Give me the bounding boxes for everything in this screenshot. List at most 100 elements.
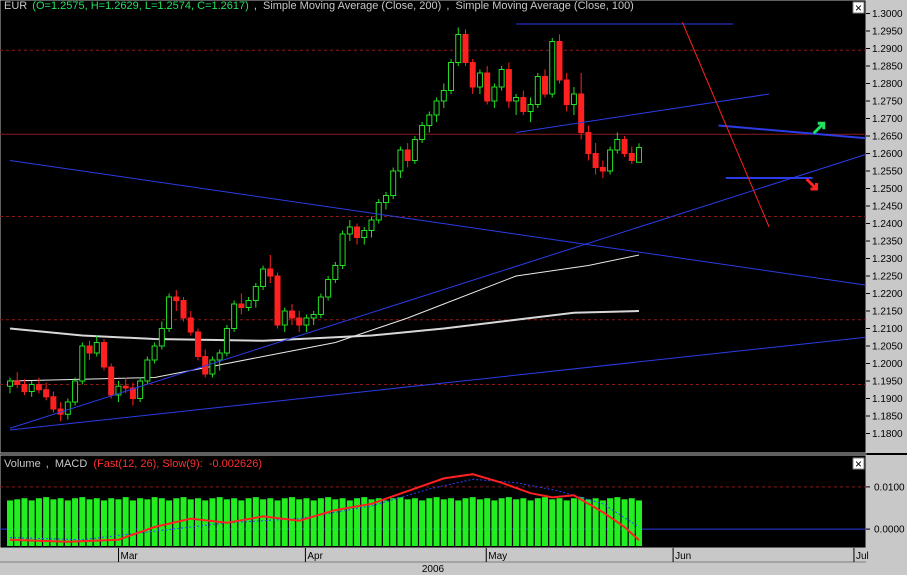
volume-bar (158, 498, 165, 546)
candle-body (72, 380, 79, 403)
volume-bar (440, 499, 447, 546)
price-tick-label: 1.1950 (872, 377, 903, 388)
candle-body (238, 303, 245, 308)
volume-bar (469, 497, 476, 546)
candle-body (469, 62, 476, 88)
macd-close-icon[interactable]: × (855, 457, 862, 471)
candle-body (7, 380, 13, 387)
candle-body (513, 97, 520, 102)
price-tick-label: 1.2850 (872, 62, 903, 73)
legend-ohlc: (O=1.2575, H=1.2629, L=1.2574, C=1.2617) (32, 0, 249, 12)
macd-legend: Volume , MACD (Fast(12, 26), Slow(9): -0… (4, 458, 262, 470)
volume-bar (310, 500, 317, 546)
volume-bar (303, 498, 310, 546)
candle-body (166, 296, 173, 329)
candle-body (570, 93, 577, 105)
volume-bar (375, 498, 382, 546)
candle-body (93, 342, 100, 354)
price-tick-label: 1.2800 (872, 79, 903, 90)
candle-body (621, 139, 628, 154)
price-tick-label: 1.2450 (872, 202, 903, 213)
candle-body (35, 384, 42, 391)
month-label: Mar (121, 551, 139, 562)
volume-bar (498, 498, 505, 546)
price-tick-label: 1.2650 (872, 132, 903, 143)
volume-bar (520, 498, 527, 546)
price-tick-label: 1.2550 (872, 167, 903, 178)
month-label: Apr (307, 551, 323, 562)
candle-body (404, 149, 411, 161)
month-label: Jul (856, 551, 869, 562)
volume-bar (599, 500, 606, 546)
price-tick-label: 1.2500 (872, 184, 903, 195)
volume-bar (144, 499, 151, 546)
volume-bar (491, 500, 498, 546)
volume-bar (419, 500, 426, 546)
candle-body (578, 93, 585, 133)
volume-bar (194, 498, 201, 546)
volume-bar (397, 497, 404, 546)
candle-body (245, 300, 252, 308)
candle-body (361, 230, 368, 238)
candle-body (527, 104, 534, 112)
candle-body (180, 300, 187, 319)
price-tick-label: 1.3000 (872, 9, 903, 20)
price-tick-label: 1.1800 (872, 429, 903, 440)
volume-bar (260, 499, 267, 546)
price-tick-label: 1.2000 (872, 359, 903, 370)
volume-bar (513, 499, 520, 546)
candle-body (368, 219, 375, 231)
price-tick-label: 1.2600 (872, 149, 903, 160)
legend-sep-2: , (446, 0, 449, 12)
price-tick-label: 1.2300 (872, 254, 903, 265)
candle-body (448, 62, 455, 91)
candle-body (137, 380, 144, 399)
price-tick-label: 1.2150 (872, 307, 903, 318)
candle-body (231, 303, 238, 329)
candle-body (419, 125, 426, 140)
price-close-icon[interactable]: × (855, 1, 862, 15)
candle-body (382, 195, 389, 203)
candle-body (274, 275, 281, 326)
candle-body (375, 202, 382, 221)
volume-bar (455, 500, 462, 546)
candle-body (462, 34, 469, 63)
price-tick-label: 1.2750 (872, 97, 903, 108)
candle-body (260, 268, 267, 287)
price-tick-label: 1.2050 (872, 342, 903, 353)
month-label: May (488, 551, 507, 562)
price-tick-label: 1.1850 (872, 412, 903, 423)
candle-body (100, 342, 107, 368)
volume-bar (296, 499, 303, 546)
volume-bar (585, 499, 592, 546)
volume-bar (578, 497, 585, 546)
price-tick-label: 1.2350 (872, 237, 903, 248)
legend-sep-3: , (46, 458, 49, 470)
candle-body (390, 170, 397, 196)
volume-bar (151, 497, 158, 546)
volume-bar (404, 499, 411, 546)
legend-volume: Volume (4, 458, 41, 470)
candle-body (303, 317, 310, 326)
candle-body (614, 139, 621, 151)
candle-body (288, 310, 295, 319)
candle-body (505, 69, 512, 102)
legend-macd: MACD (55, 458, 87, 470)
macd-tick-label: 0.0000 (874, 525, 905, 536)
legend-sma100: Simple Moving Average (Close, 100) (456, 0, 634, 12)
candle-body (64, 401, 71, 415)
candle-body (310, 314, 317, 319)
legend-sep-1: , (254, 0, 257, 12)
candle-body (534, 76, 541, 105)
candle-body (411, 139, 418, 161)
candle-body (599, 167, 606, 172)
candle-body (28, 384, 35, 392)
volume-bar (108, 498, 115, 546)
volume-bar (317, 498, 324, 546)
volume-bar (238, 500, 245, 546)
candle-body (296, 317, 303, 326)
price-tick-label: 1.1900 (872, 394, 903, 405)
price-tick-label: 1.2700 (872, 114, 903, 125)
volume-bar (621, 499, 628, 546)
candle-body (440, 90, 447, 102)
